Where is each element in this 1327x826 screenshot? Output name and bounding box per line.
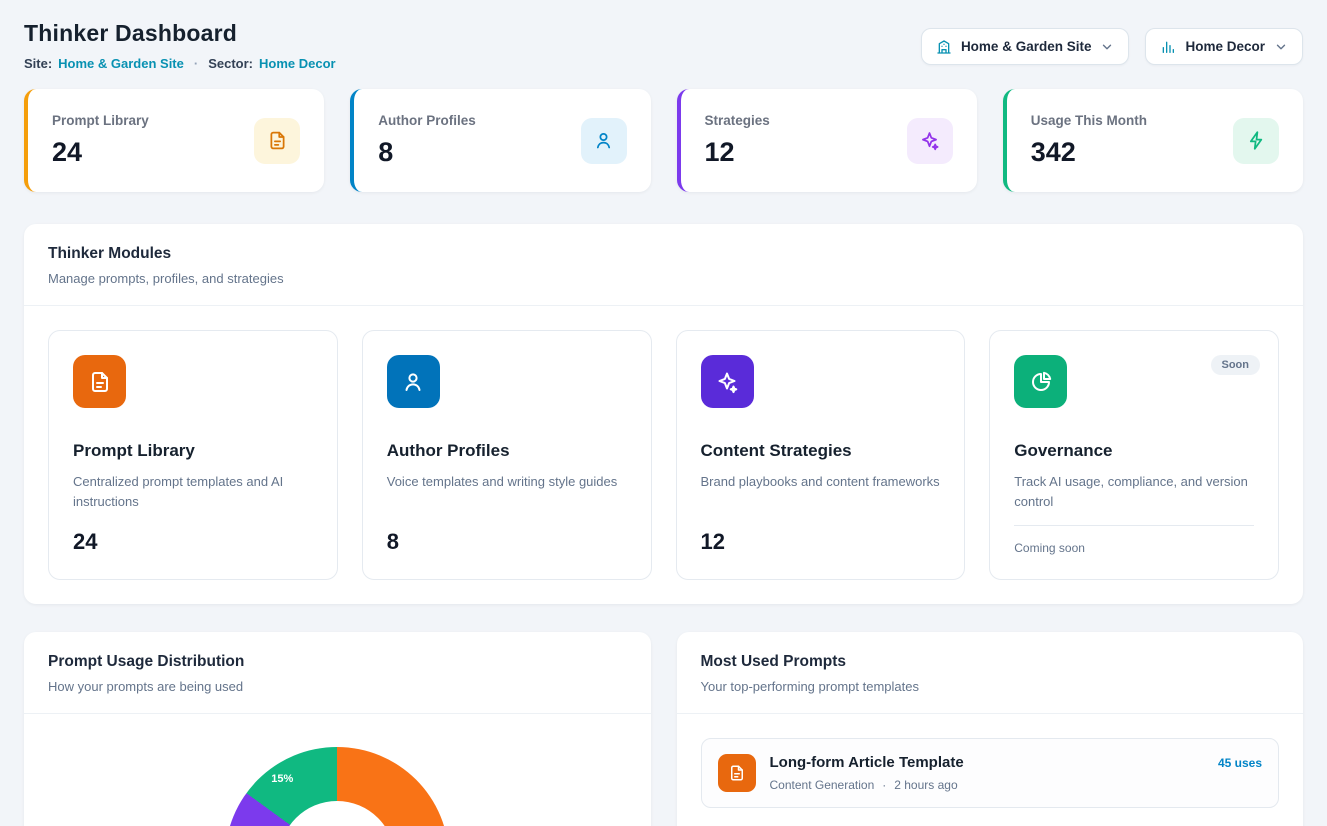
module-title: Content Strategies bbox=[701, 441, 941, 461]
donut-hole bbox=[279, 801, 395, 826]
soon-badge: Soon bbox=[1211, 355, 1261, 375]
prompt-list-item[interactable]: Long-form Article Template Content Gener… bbox=[701, 738, 1280, 808]
most-used-header: Most Used Prompts Your top-performing pr… bbox=[677, 632, 1304, 714]
site-label: Site: bbox=[24, 56, 52, 71]
chart-data-label: 15% bbox=[271, 773, 293, 785]
title-block: Thinker Dashboard Site: Home & Garden Si… bbox=[24, 20, 336, 71]
user-icon bbox=[387, 355, 440, 408]
prompt-title: Long-form Article Template bbox=[770, 754, 1204, 771]
module-title: Prompt Library bbox=[73, 441, 313, 461]
most-used-subtitle: Your top-performing prompt templates bbox=[701, 679, 1280, 694]
module-title: Governance bbox=[1014, 441, 1254, 461]
prompt-list: Long-form Article Template Content Gener… bbox=[677, 714, 1304, 826]
sector-link[interactable]: Home Decor bbox=[259, 56, 336, 71]
sparkle-icon bbox=[907, 118, 953, 164]
usage-subtitle: How your prompts are being used bbox=[48, 679, 627, 694]
stat-label: Author Profiles bbox=[378, 113, 476, 128]
donut-chart: 15% bbox=[225, 747, 449, 826]
modules-subtitle: Manage prompts, profiles, and strategies bbox=[48, 271, 1279, 286]
module-description: Centralized prompt templates and AI inst… bbox=[73, 472, 313, 512]
stat-card-prompt-library: Prompt Library 24 bbox=[24, 89, 324, 192]
module-description: Voice templates and writing style guides bbox=[387, 472, 627, 492]
document-icon bbox=[73, 355, 126, 408]
user-icon bbox=[581, 118, 627, 164]
prompt-meta: Content Generation · 2 hours ago bbox=[770, 778, 1204, 792]
chevron-down-icon bbox=[1274, 40, 1288, 54]
stat-value: 8 bbox=[378, 137, 476, 168]
stat-value: 342 bbox=[1031, 137, 1147, 168]
most-used-title: Most Used Prompts bbox=[701, 653, 1280, 671]
sector-selector-dropdown[interactable]: Home Decor bbox=[1145, 28, 1303, 65]
divider bbox=[1014, 525, 1254, 526]
module-title: Author Profiles bbox=[387, 441, 627, 461]
usage-title: Prompt Usage Distribution bbox=[48, 653, 627, 671]
module-count: 12 bbox=[701, 529, 941, 555]
stat-value: 24 bbox=[52, 137, 149, 168]
module-description: Brand playbooks and content frameworks bbox=[701, 472, 941, 492]
page-title: Thinker Dashboard bbox=[24, 20, 336, 47]
module-card-prompt-library[interactable]: Prompt Library Centralized prompt templa… bbox=[48, 330, 338, 580]
modules-grid: Prompt Library Centralized prompt templa… bbox=[24, 306, 1303, 604]
document-icon bbox=[254, 118, 300, 164]
sector-selector-label: Home Decor bbox=[1185, 39, 1265, 54]
lightning-icon bbox=[1233, 118, 1279, 164]
module-card-content-strategies[interactable]: Content Strategies Brand playbooks and c… bbox=[676, 330, 966, 580]
stat-card-strategies: Strategies 12 bbox=[677, 89, 977, 192]
top-bar: Thinker Dashboard Site: Home & Garden Si… bbox=[24, 20, 1303, 71]
prompt-text: Long-form Article Template Content Gener… bbox=[770, 754, 1204, 792]
stats-row: Prompt Library 24 Author Profiles 8 Stra… bbox=[24, 89, 1303, 192]
stat-value: 12 bbox=[705, 137, 770, 168]
stat-label: Prompt Library bbox=[52, 113, 149, 128]
modules-title: Thinker Modules bbox=[48, 245, 1279, 263]
module-footer: Coming soon bbox=[1014, 525, 1254, 555]
chart-area: 15% bbox=[24, 714, 651, 826]
bar-chart-icon bbox=[1160, 39, 1176, 55]
topbar-actions: Home & Garden Site Home Decor bbox=[921, 28, 1303, 65]
modules-header: Thinker Modules Manage prompts, profiles… bbox=[24, 224, 1303, 306]
site-selector-label: Home & Garden Site bbox=[961, 39, 1092, 54]
breadcrumb: Site: Home & Garden Site · Sector: Home … bbox=[24, 56, 336, 71]
separator-dot: · bbox=[882, 778, 886, 792]
sector-label: Sector: bbox=[208, 56, 253, 71]
stat-info: Strategies 12 bbox=[705, 113, 770, 168]
site-selector-dropdown[interactable]: Home & Garden Site bbox=[921, 28, 1130, 65]
coming-soon-text: Coming soon bbox=[1014, 541, 1254, 555]
pie-chart-icon bbox=[1014, 355, 1067, 408]
stat-card-usage: Usage This Month 342 bbox=[1003, 89, 1303, 192]
separator-dot: · bbox=[194, 56, 198, 71]
chevron-down-icon bbox=[1100, 40, 1114, 54]
prompt-usage-card: Prompt Usage Distribution How your promp… bbox=[24, 632, 651, 826]
building-icon bbox=[936, 39, 952, 55]
stat-label: Usage This Month bbox=[1031, 113, 1147, 128]
prompt-category: Content Generation bbox=[770, 778, 875, 792]
stat-info: Author Profiles 8 bbox=[378, 113, 476, 168]
module-card-author-profiles[interactable]: Author Profiles Voice templates and writ… bbox=[362, 330, 652, 580]
prompt-uses-badge: 45 uses bbox=[1218, 756, 1262, 770]
stat-info: Usage This Month 342 bbox=[1031, 113, 1147, 168]
site-link[interactable]: Home & Garden Site bbox=[58, 56, 184, 71]
stat-card-author-profiles: Author Profiles 8 bbox=[350, 89, 650, 192]
usage-header: Prompt Usage Distribution How your promp… bbox=[24, 632, 651, 714]
sparkle-icon bbox=[701, 355, 754, 408]
stat-label: Strategies bbox=[705, 113, 770, 128]
most-used-prompts-card: Most Used Prompts Your top-performing pr… bbox=[677, 632, 1304, 826]
bottom-row: Prompt Usage Distribution How your promp… bbox=[24, 632, 1303, 826]
module-card-governance[interactable]: Soon Governance Track AI usage, complian… bbox=[989, 330, 1279, 580]
stat-info: Prompt Library 24 bbox=[52, 113, 149, 168]
module-count: 24 bbox=[73, 529, 313, 555]
module-description: Track AI usage, compliance, and version … bbox=[1014, 472, 1254, 512]
thinker-modules-panel: Thinker Modules Manage prompts, profiles… bbox=[24, 224, 1303, 604]
dashboard-page: Thinker Dashboard Site: Home & Garden Si… bbox=[0, 0, 1327, 826]
prompt-time: 2 hours ago bbox=[894, 778, 957, 792]
module-count: 8 bbox=[387, 529, 627, 555]
document-icon bbox=[718, 754, 756, 792]
